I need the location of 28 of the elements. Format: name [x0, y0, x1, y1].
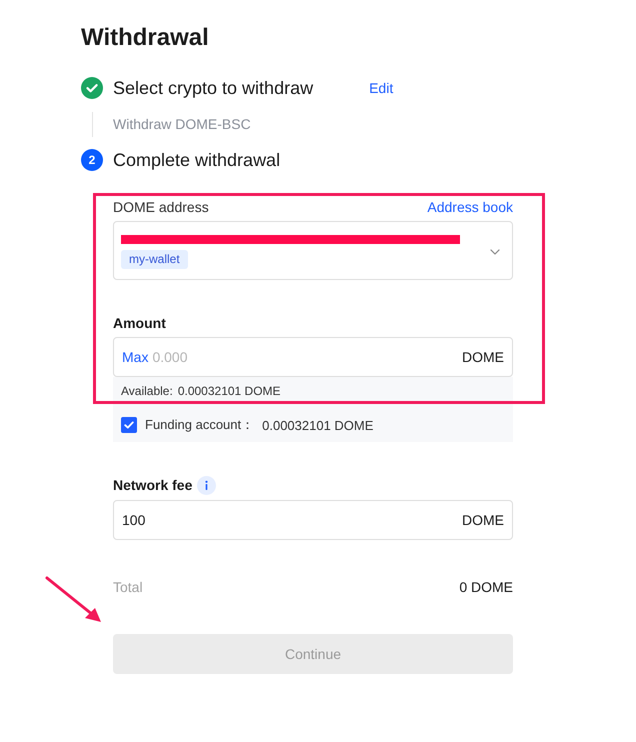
total-label: Total: [113, 578, 143, 597]
step-title: Select crypto to withdraw: [113, 77, 314, 99]
total-value: 0 DOME: [459, 578, 513, 597]
address-label: DOME address: [113, 198, 209, 217]
unit-label: DOME: [462, 512, 504, 528]
chevron-down-icon: [490, 249, 500, 255]
checkbox[interactable]: [121, 417, 137, 433]
edit-link[interactable]: Edit: [369, 80, 394, 96]
address-book-link[interactable]: Address book: [427, 199, 513, 215]
funding-account-label: Funding account：: [145, 416, 254, 434]
unit-label: DOME: [462, 349, 504, 365]
page-title: Withdrawal: [81, 23, 209, 53]
info-icon[interactable]: [197, 476, 216, 494]
wallet-tag: my-wallet: [121, 250, 188, 269]
check-icon: [124, 421, 134, 429]
step-title: Complete withdrawal: [113, 149, 280, 171]
step-number: 2: [81, 149, 103, 171]
fee-value[interactable]: 100: [122, 512, 462, 528]
network-fee-label: Network fee: [113, 476, 192, 495]
amount-label: Amount: [113, 314, 166, 333]
funding-account-value: 0.00032101 DOME: [262, 418, 374, 432]
max-button[interactable]: Max: [122, 349, 148, 365]
address-select[interactable]: my-wallet: [113, 221, 513, 280]
amount-field[interactable]: Max 0.000 DOME: [113, 337, 513, 377]
available-value: 0.00032101 DOME: [178, 383, 281, 399]
available-label: Available:: [121, 383, 173, 399]
step-summary: Withdraw DOME-BSC: [113, 116, 251, 132]
network-fee-field[interactable]: 100 DOME: [113, 500, 513, 540]
